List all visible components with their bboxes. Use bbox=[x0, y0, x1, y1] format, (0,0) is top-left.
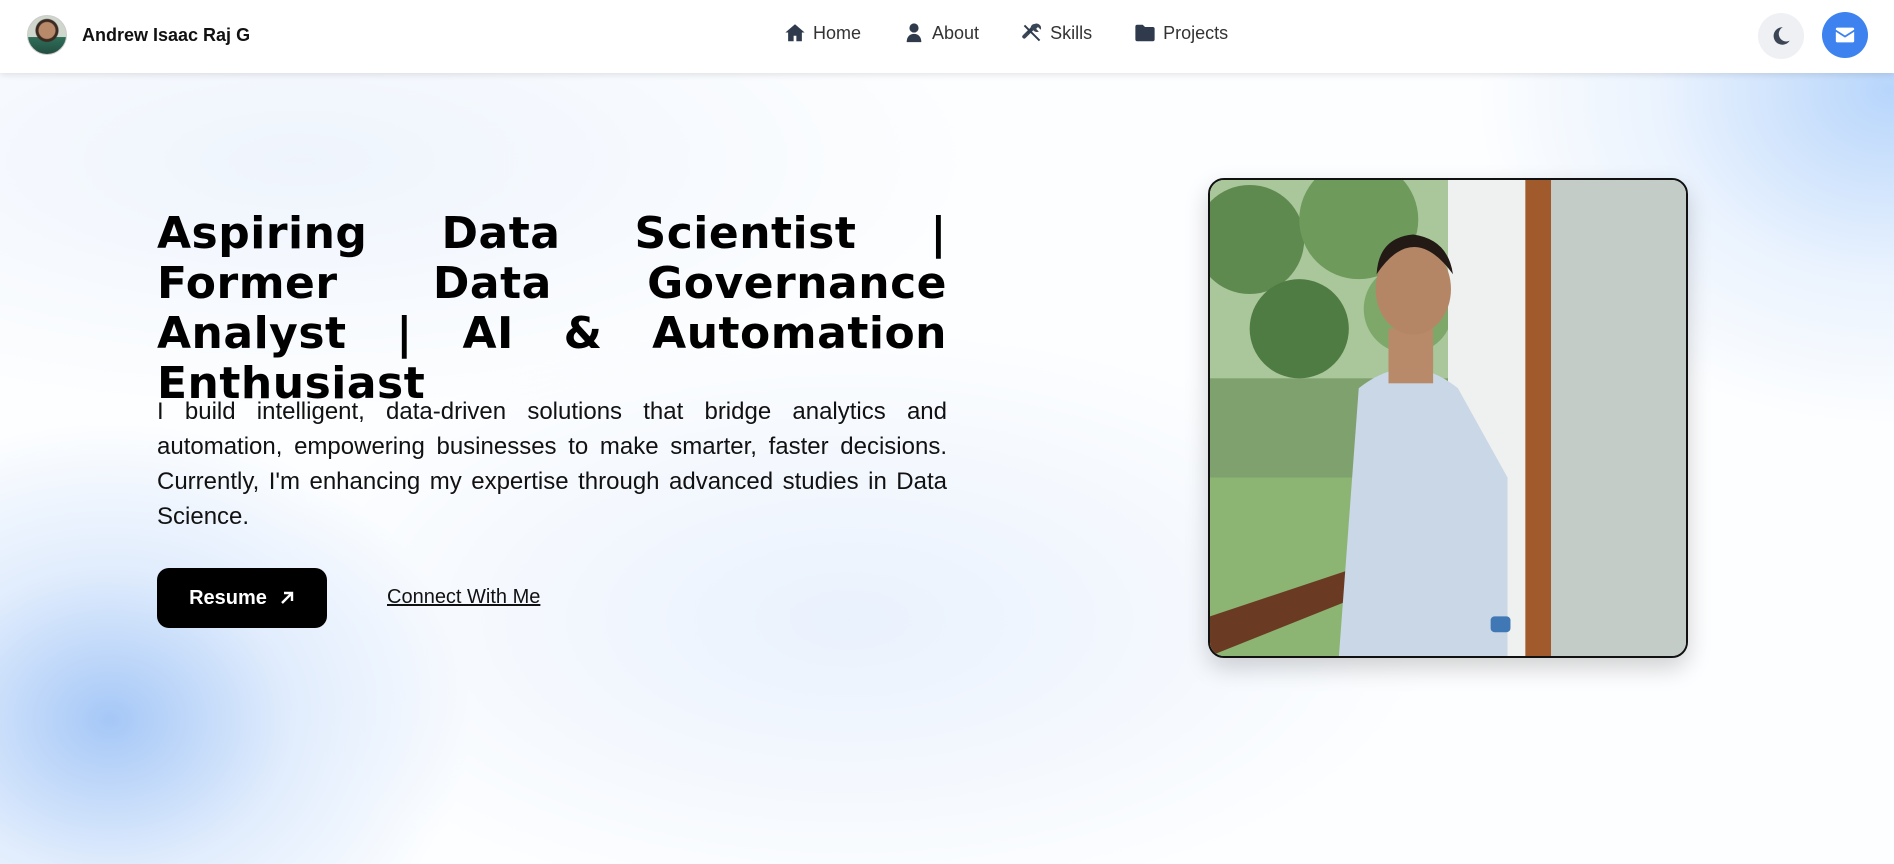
hero-description: I build intelligent, data-driven solutio… bbox=[157, 398, 947, 530]
connect-with-me-link[interactable]: Connect With Me bbox=[387, 586, 540, 609]
nav-item-label: Projects bbox=[1163, 22, 1229, 43]
arrow-up-right-icon bbox=[281, 591, 294, 604]
nav-item-about[interactable]: About bbox=[903, 22, 979, 44]
contact-mail-button[interactable] bbox=[1822, 12, 1868, 58]
top-navbar: Andrew Isaac Raj G Home About Skills Pro… bbox=[0, 0, 1894, 73]
moon-icon bbox=[1773, 27, 1790, 45]
user-icon bbox=[906, 23, 922, 43]
hero-title: Aspiring Data Scientist | Former Data Go… bbox=[157, 208, 947, 409]
main-nav: Home About Skills Projects bbox=[784, 22, 1228, 44]
folder-icon bbox=[1135, 24, 1155, 42]
nav-item-home[interactable]: Home bbox=[784, 22, 861, 44]
nav-item-skills[interactable]: Skills bbox=[1021, 22, 1092, 44]
resume-button-label: Resume bbox=[189, 586, 267, 609]
profile-photo bbox=[1208, 178, 1688, 658]
nav-item-label: About bbox=[932, 22, 980, 43]
brand[interactable]: Andrew Isaac Raj G bbox=[27, 15, 250, 55]
resume-button[interactable]: Resume bbox=[157, 568, 327, 628]
nav-item-projects[interactable]: Projects bbox=[1134, 22, 1228, 44]
tools-icon bbox=[1022, 23, 1042, 42]
home-icon bbox=[785, 24, 805, 42]
brand-name: Andrew Isaac Raj G bbox=[82, 24, 251, 45]
theme-toggle-button[interactable] bbox=[1758, 13, 1804, 59]
envelope-icon bbox=[1835, 27, 1855, 43]
nav-item-label: Home bbox=[813, 22, 862, 43]
profile-avatar bbox=[27, 15, 67, 55]
nav-item-label: Skills bbox=[1050, 22, 1093, 43]
